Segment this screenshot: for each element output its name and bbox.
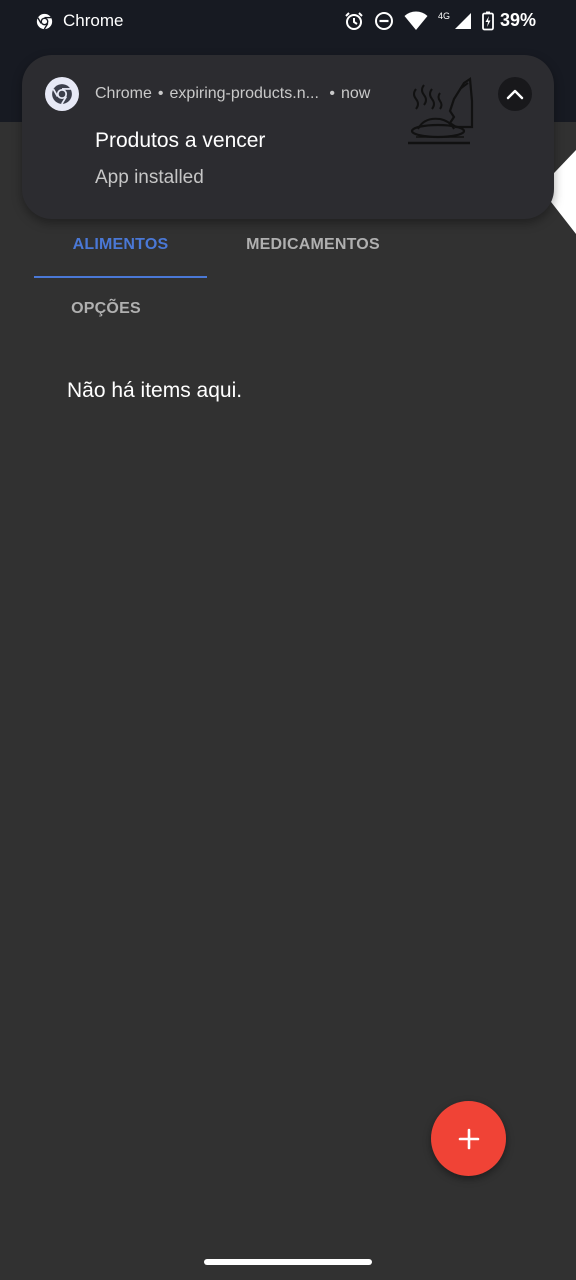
home-indicator[interactable] (204, 1259, 372, 1265)
tab-active-indicator (34, 276, 207, 278)
network-type: 4G (437, 10, 450, 21)
battery-level: 39% (499, 10, 536, 30)
chrome-icon (45, 77, 79, 111)
notification-app: Chrome (95, 85, 152, 102)
notification-text: App installed (95, 167, 204, 188)
chrome-icon (36, 13, 53, 30)
notification-title: Produtos a vencer (95, 129, 266, 152)
notification-collapse-button[interactable] (498, 77, 532, 111)
notification-time: now (340, 85, 371, 102)
status-bar: Chrome 4G 39% (0, 0, 576, 44)
install-notification[interactable]: Chrome • expiring-products.n... • now Produ… (22, 55, 554, 219)
tab-opcoes-label: OPÇÕES (71, 300, 141, 317)
add-item-button[interactable] (431, 1101, 506, 1176)
tab-alimentos[interactable]: ALIMENTOS (34, 226, 207, 278)
status-app-name: Chrome (63, 11, 124, 30)
plus-icon (458, 1128, 479, 1149)
tab-alimentos-label: ALIMENTOS (72, 236, 169, 253)
battery-charging-icon (482, 11, 494, 30)
do-not-disturb-icon (374, 11, 393, 30)
cell-signal-icon (454, 12, 471, 29)
tab-opcoes[interactable]: OPÇÕES (34, 290, 178, 328)
notification-header: Chrome • expiring-products.n... • now (95, 85, 371, 102)
food-plate-icon (408, 77, 474, 145)
wifi-icon (404, 11, 428, 30)
tab-medicamentos[interactable]: MEDICAMENTOS (230, 226, 396, 264)
notification-site: expiring-products.n... (169, 85, 319, 102)
chevron-up-icon (506, 89, 524, 100)
tab-medicamentos-label: MEDICAMENTOS (246, 236, 380, 253)
empty-list-message: Não há items aqui. (67, 379, 243, 402)
alarm-icon (345, 11, 363, 30)
